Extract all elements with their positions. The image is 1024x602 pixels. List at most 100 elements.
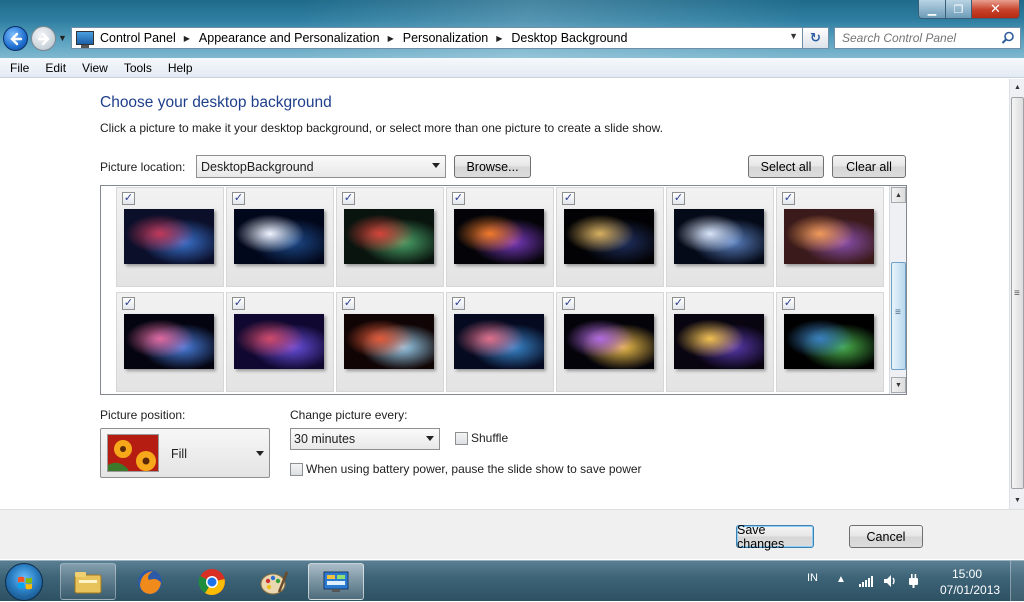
picture-tile[interactable]: ✓ bbox=[666, 187, 774, 287]
search-box[interactable] bbox=[834, 27, 1021, 49]
show-desktop-button[interactable] bbox=[1010, 561, 1024, 602]
chevron-down-icon bbox=[432, 163, 440, 168]
refresh-button[interactable]: ↻ bbox=[803, 27, 829, 49]
language-indicator[interactable]: IN bbox=[807, 572, 818, 584]
taskbar-chrome-button[interactable] bbox=[184, 563, 240, 600]
breadcrumb-desktop-background[interactable]: Desktop Background bbox=[511, 31, 627, 45]
minimize-button[interactable]: ▁ bbox=[918, 0, 946, 19]
breadcrumb-control-panel[interactable]: Control Panel ▶ bbox=[100, 31, 199, 45]
picture-tile[interactable]: ✓ bbox=[226, 187, 334, 287]
menu-edit[interactable]: Edit bbox=[37, 61, 74, 75]
picture-tile[interactable]: ✓ bbox=[446, 292, 554, 392]
picture-checkbox[interactable]: ✓ bbox=[672, 192, 685, 205]
show-hidden-icons-icon[interactable]: ▲ bbox=[836, 574, 846, 585]
browse-button[interactable]: Browse... bbox=[454, 155, 531, 178]
scroll-up-icon[interactable]: ▲ bbox=[891, 187, 906, 203]
start-button[interactable] bbox=[5, 563, 43, 601]
search-input[interactable] bbox=[842, 31, 1002, 45]
power-plug-icon[interactable] bbox=[906, 573, 922, 589]
address-bar[interactable]: Control Panel ▶ Appearance and Personaliz… bbox=[71, 27, 803, 49]
search-icon[interactable] bbox=[1001, 31, 1015, 45]
picture-checkbox[interactable]: ✓ bbox=[452, 297, 465, 310]
picture-tile[interactable]: ✓ bbox=[446, 187, 554, 287]
picture-tile[interactable]: ✓ bbox=[116, 292, 224, 392]
recent-pages-dropdown[interactable]: ▼ bbox=[58, 33, 68, 43]
shuffle-label[interactable]: Shuffle bbox=[471, 431, 508, 445]
taskbar-firefox-button[interactable] bbox=[122, 563, 178, 600]
space-picture-thumbnail[interactable] bbox=[564, 209, 654, 264]
menu-tools[interactable]: Tools bbox=[116, 61, 160, 75]
picture-checkbox[interactable]: ✓ bbox=[672, 297, 685, 310]
picture-checkbox[interactable]: ✓ bbox=[452, 192, 465, 205]
forward-button[interactable] bbox=[31, 26, 56, 51]
grid-scroll-thumb[interactable] bbox=[891, 262, 906, 370]
volume-icon[interactable] bbox=[882, 573, 898, 589]
picture-checkbox[interactable]: ✓ bbox=[122, 297, 135, 310]
clock-time[interactable]: 15:00 bbox=[952, 567, 982, 581]
space-picture-thumbnail[interactable] bbox=[234, 314, 324, 369]
content-area: Choose your desktop background Click a p… bbox=[0, 79, 1009, 509]
shuffle-checkbox[interactable] bbox=[455, 432, 468, 445]
picture-tile[interactable]: ✓ bbox=[226, 292, 334, 392]
signal-strength-icon[interactable] bbox=[858, 573, 874, 589]
space-picture-thumbnail[interactable] bbox=[124, 314, 214, 369]
system-tray: IN ▲ 15:00 07/01/2013 bbox=[800, 561, 1024, 602]
space-picture-thumbnail[interactable] bbox=[124, 209, 214, 264]
picture-checkbox[interactable]: ✓ bbox=[232, 297, 245, 310]
picture-checkbox[interactable]: ✓ bbox=[342, 297, 355, 310]
space-picture-thumbnail[interactable] bbox=[674, 314, 764, 369]
maximize-button[interactable]: ❐ bbox=[946, 0, 972, 19]
breadcrumb-personalization[interactable]: Personalization ▶ bbox=[403, 31, 512, 45]
picture-tile[interactable]: ✓ bbox=[116, 187, 224, 287]
picture-tile[interactable]: ✓ bbox=[556, 292, 664, 392]
menu-help[interactable]: Help bbox=[160, 61, 201, 75]
picture-checkbox[interactable]: ✓ bbox=[232, 192, 245, 205]
scroll-down-icon[interactable]: ▼ bbox=[1010, 492, 1024, 509]
window-scroll-thumb[interactable] bbox=[1011, 97, 1024, 489]
picture-checkbox[interactable]: ✓ bbox=[342, 192, 355, 205]
picture-checkbox[interactable]: ✓ bbox=[562, 192, 575, 205]
select-all-button[interactable]: Select all bbox=[748, 155, 824, 178]
picture-tile[interactable]: ✓ bbox=[336, 187, 444, 287]
grid-scrollbar[interactable]: ▲ ▼ bbox=[889, 186, 906, 394]
save-changes-button[interactable]: Save changes bbox=[736, 523, 814, 551]
space-picture-thumbnail[interactable] bbox=[234, 209, 324, 264]
battery-pause-label[interactable]: When using battery power, pause the slid… bbox=[306, 462, 642, 476]
taskbar-control-panel-button[interactable] bbox=[308, 563, 364, 600]
picture-tile[interactable]: ✓ bbox=[556, 187, 664, 287]
back-button[interactable] bbox=[3, 26, 28, 51]
space-picture-thumbnail[interactable] bbox=[344, 314, 434, 369]
clock-date[interactable]: 07/01/2013 bbox=[940, 583, 1000, 597]
menu-file[interactable]: File bbox=[2, 61, 37, 75]
change-interval-select[interactable]: 30 minutes bbox=[290, 428, 440, 450]
chevron-down-icon[interactable]: ▼ bbox=[789, 31, 798, 41]
picture-tile[interactable]: ✓ bbox=[336, 292, 444, 392]
scroll-up-icon[interactable]: ▲ bbox=[1010, 79, 1024, 96]
window-scrollbar[interactable]: ▲ ▼ bbox=[1009, 79, 1024, 509]
close-button[interactable]: ✕ bbox=[972, 0, 1020, 19]
breadcrumb-appearance[interactable]: Appearance and Personalization ▶ bbox=[199, 31, 403, 45]
picture-location-select[interactable]: DesktopBackground bbox=[196, 155, 446, 178]
space-picture-thumbnail[interactable] bbox=[454, 209, 544, 264]
picture-checkbox[interactable]: ✓ bbox=[782, 297, 795, 310]
space-picture-thumbnail[interactable] bbox=[784, 314, 874, 369]
cancel-button[interactable]: Cancel bbox=[849, 525, 923, 548]
picture-position-select[interactable]: Fill bbox=[100, 428, 270, 478]
picture-checkbox[interactable]: ✓ bbox=[122, 192, 135, 205]
space-picture-thumbnail[interactable] bbox=[674, 209, 764, 264]
taskbar-paint-button[interactable] bbox=[246, 563, 302, 600]
taskbar-explorer-button[interactable] bbox=[60, 563, 116, 600]
clear-all-button[interactable]: Clear all bbox=[832, 155, 906, 178]
picture-tile[interactable]: ✓ bbox=[776, 292, 884, 392]
space-picture-thumbnail[interactable] bbox=[564, 314, 654, 369]
picture-checkbox[interactable]: ✓ bbox=[782, 192, 795, 205]
menu-view[interactable]: View bbox=[74, 61, 116, 75]
space-picture-thumbnail[interactable] bbox=[784, 209, 874, 264]
battery-pause-checkbox[interactable] bbox=[290, 463, 303, 476]
picture-tile[interactable]: ✓ bbox=[776, 187, 884, 287]
space-picture-thumbnail[interactable] bbox=[344, 209, 434, 264]
picture-tile[interactable]: ✓ bbox=[666, 292, 774, 392]
scroll-down-icon[interactable]: ▼ bbox=[891, 377, 906, 393]
picture-checkbox[interactable]: ✓ bbox=[562, 297, 575, 310]
space-picture-thumbnail[interactable] bbox=[454, 314, 544, 369]
